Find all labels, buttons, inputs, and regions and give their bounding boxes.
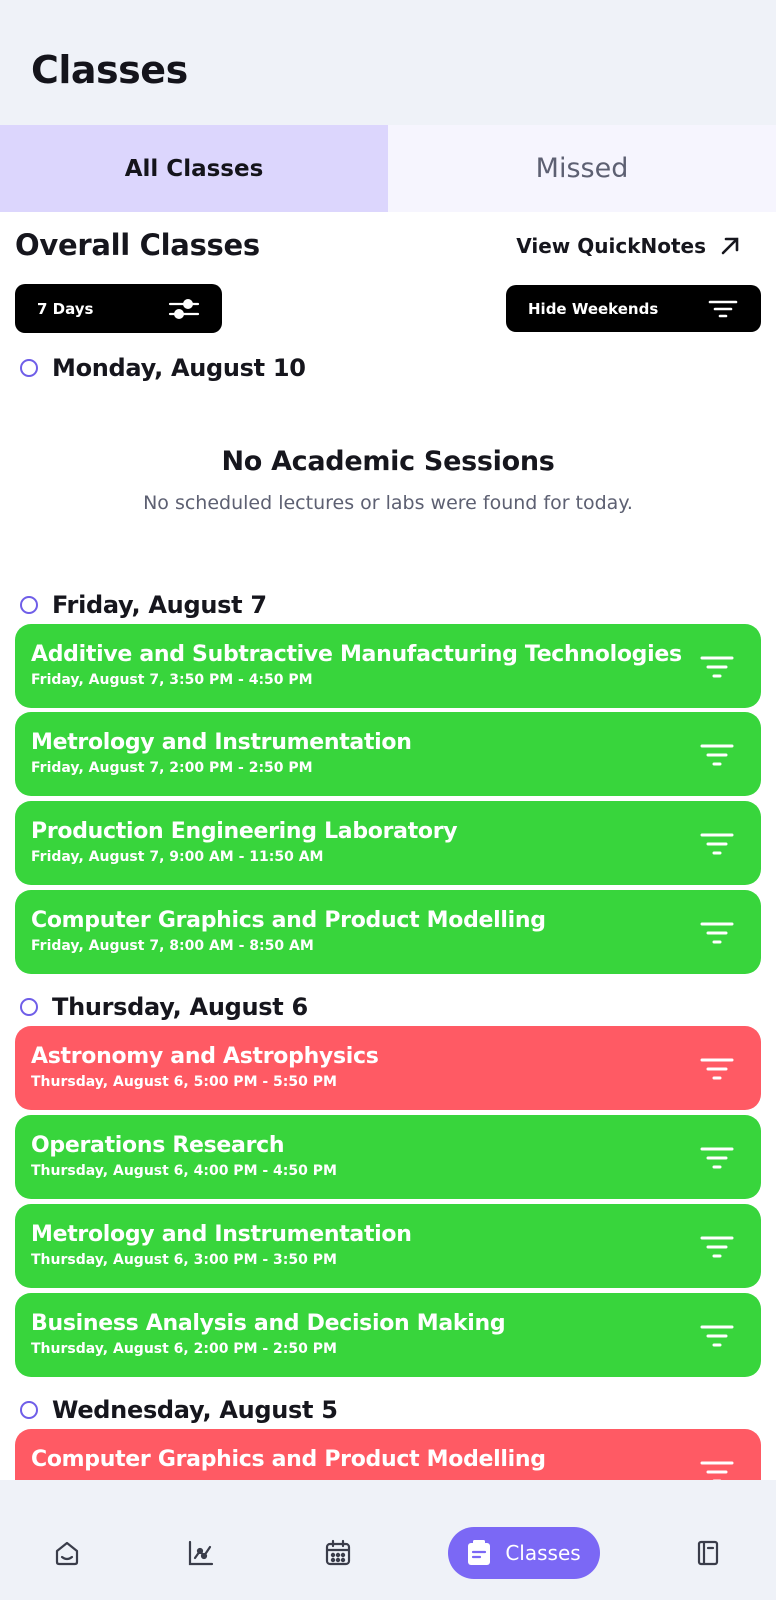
timeline-dot — [20, 359, 38, 377]
day-label: Wednesday, August 5 — [52, 1396, 338, 1424]
class-card[interactable]: Computer Graphics and Product Modelling — [15, 1429, 761, 1480]
class-time: Thursday, August 6, 4:00 PM - 4:50 PM — [31, 1163, 337, 1179]
class-card[interactable]: Business Analysis and Decision Making Th… — [15, 1293, 761, 1377]
day-header: Thursday, August 6 — [20, 993, 308, 1021]
timeline-dot — [20, 998, 38, 1016]
tab-missed[interactable]: Missed — [388, 125, 776, 212]
notebook-icon[interactable] — [693, 1538, 723, 1568]
hide-weekends-button[interactable]: Hide Weekends — [506, 285, 761, 332]
class-title: Computer Graphics and Product Modelling — [31, 1447, 546, 1472]
filter-icon[interactable] — [699, 1232, 735, 1262]
class-time: Thursday, August 6, 2:00 PM - 2:50 PM — [31, 1341, 337, 1357]
empty-state-subtitle: No scheduled lectures or labs were found… — [143, 492, 633, 514]
timeline-dot — [20, 596, 38, 614]
hide-weekends-label: Hide Weekends — [528, 299, 659, 318]
timeline-dot — [20, 1401, 38, 1419]
class-title: Business Analysis and Decision Making — [31, 1311, 506, 1336]
day-header: Monday, August 10 — [20, 354, 306, 382]
home-icon[interactable] — [52, 1538, 82, 1568]
filter-icon — [708, 300, 738, 317]
class-card[interactable]: Metrology and Instrumentation Friday, Au… — [15, 712, 761, 796]
filter-icon[interactable] — [699, 1143, 735, 1173]
tab-bar: All Classes Missed — [0, 125, 776, 212]
day-header: Friday, August 7 — [20, 591, 267, 619]
class-time: Friday, August 7, 8:00 AM - 8:50 AM — [31, 938, 314, 954]
class-card[interactable]: Additive and Subtractive Manufacturing T… — [15, 624, 761, 708]
calendar-icon[interactable] — [323, 1538, 353, 1568]
empty-state-title: No Academic Sessions — [221, 446, 555, 477]
filter-icon[interactable] — [699, 1457, 735, 1480]
view-quicknotes-link[interactable]: View QuickNotes — [516, 234, 742, 258]
tab-all-classes[interactable]: All Classes — [0, 125, 388, 212]
filter-icon[interactable] — [699, 652, 735, 682]
day-label: Friday, August 7 — [52, 591, 267, 619]
day-header: Wednesday, August 5 — [20, 1396, 338, 1424]
filter-icon[interactable] — [699, 1321, 735, 1351]
class-card[interactable]: Metrology and Instrumentation Thursday, … — [15, 1204, 761, 1288]
day-label: Monday, August 10 — [52, 354, 306, 382]
filter-icon[interactable] — [699, 918, 735, 948]
class-title: Additive and Subtractive Manufacturing T… — [31, 642, 682, 667]
class-title: Metrology and Instrumentation — [31, 1222, 412, 1247]
class-title: Production Engineering Laboratory — [31, 819, 458, 844]
nav-classes-button[interactable]: Classes — [448, 1527, 600, 1579]
section-title: Overall Classes — [15, 228, 260, 262]
bottom-navigation — [0, 1480, 776, 1600]
filter-icon[interactable] — [699, 1054, 735, 1084]
class-time: Friday, August 7, 3:50 PM - 4:50 PM — [31, 672, 313, 688]
quicknotes-label: View QuickNotes — [516, 234, 706, 258]
days-filter-button[interactable]: 7 Days — [15, 284, 222, 333]
class-time: Thursday, August 6, 5:00 PM - 5:50 PM — [31, 1074, 337, 1090]
day-label: Thursday, August 6 — [52, 993, 308, 1021]
header: Classes — [0, 0, 776, 125]
nav-classes-label: Classes — [505, 1541, 581, 1565]
class-title: Operations Research — [31, 1133, 285, 1158]
class-card[interactable]: Operations Research Thursday, August 6, … — [15, 1115, 761, 1199]
class-title: Computer Graphics and Product Modelling — [31, 908, 546, 933]
sliders-icon — [168, 298, 200, 319]
arrow-up-right-icon — [721, 237, 739, 255]
class-title: Astronomy and Astrophysics — [31, 1044, 379, 1069]
analytics-icon[interactable] — [186, 1538, 216, 1568]
filter-icon[interactable] — [699, 829, 735, 859]
page-title: Classes — [31, 48, 188, 92]
class-title: Metrology and Instrumentation — [31, 730, 412, 755]
class-card[interactable]: Production Engineering Laboratory Friday… — [15, 801, 761, 885]
class-time: Friday, August 7, 9:00 AM - 11:50 AM — [31, 849, 324, 865]
class-time: Thursday, August 6, 3:00 PM - 3:50 PM — [31, 1252, 337, 1268]
filter-icon[interactable] — [699, 740, 735, 770]
scroll-content[interactable]: Classes All Classes Missed Overall Class… — [0, 0, 776, 1480]
class-card[interactable]: Astronomy and Astrophysics Thursday, Aug… — [15, 1026, 761, 1110]
class-card[interactable]: Computer Graphics and Product Modelling … — [15, 890, 761, 974]
classes-icon — [468, 1540, 491, 1565]
days-filter-label: 7 Days — [37, 299, 94, 318]
class-time: Friday, August 7, 2:00 PM - 2:50 PM — [31, 760, 313, 776]
